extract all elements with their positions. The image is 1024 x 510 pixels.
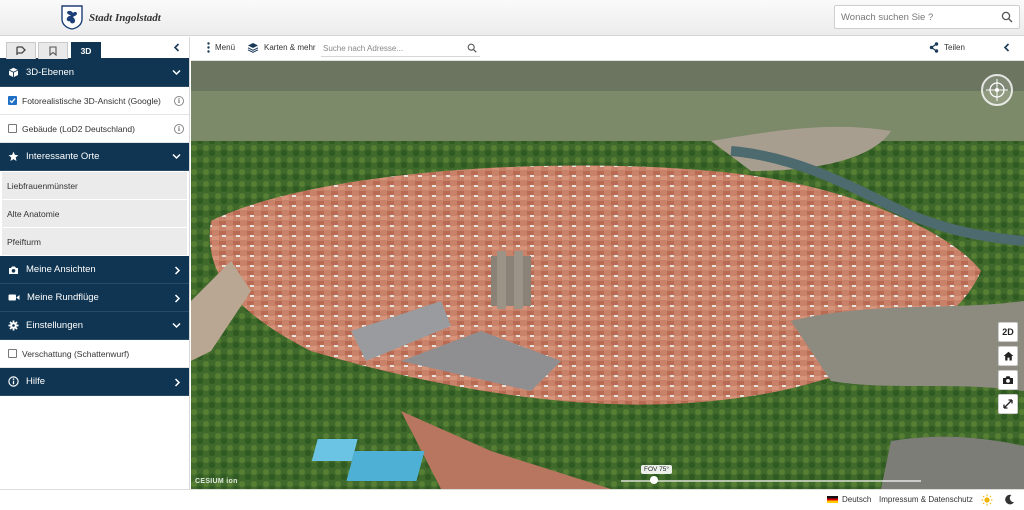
place-item-pfeifturm[interactable]: Pfeifturm [2,228,187,255]
fov-slider-handle[interactable] [650,476,658,484]
chevron-right-icon [174,294,181,303]
share-icon [929,42,939,53]
info-circle-icon [8,376,19,387]
layers-icon [247,43,259,53]
maps-and-more-label: Karten & mehr [264,43,316,52]
language-selector[interactable]: Deutsch [827,495,871,504]
address-search[interactable] [321,40,480,57]
star-icon [8,151,19,161]
layer-lod2-label: Gebäude (LoD2 Deutschland) [22,123,135,134]
section-help[interactable]: Hilfe [0,368,189,396]
route-icon [15,46,26,55]
chevron-right-icon [174,378,181,387]
section-my-flights-label: Meine Rundflüge [27,292,99,303]
global-search-input[interactable] [835,6,995,28]
section-my-views[interactable]: Meine Ansichten [0,256,189,284]
layer-lod2-checkbox[interactable] [8,124,17,133]
search-icon[interactable] [1001,11,1013,23]
home-icon [1003,351,1013,361]
layer-google-3d-checkbox[interactable] [8,96,17,105]
layer-google-3d-label: Fotorealistische 3D-Ansicht (Google) [22,95,161,106]
cesium-credit-logo[interactable]: CESIUM ion [195,478,238,485]
layer-lod2-buildings[interactable]: Gebäude (LoD2 Deutschland) i [0,115,189,143]
maps-and-more-button[interactable]: Karten & mehr [247,42,316,53]
aerial-city-scene [191,61,1024,489]
german-flag-icon [827,496,838,503]
section-my-views-label: Meine Ansichten [26,264,96,275]
checkmark-icon [9,98,16,104]
section-3d-layers[interactable]: 3D-Ebenen [0,59,189,87]
language-label: Deutsch [842,495,872,504]
kebab-menu-icon [207,42,210,53]
section-my-flights[interactable]: Meine Rundflüge [0,284,189,312]
brand-name: Stadt Ingolstadt [89,11,161,24]
city-crest-logo [61,5,83,30]
gear-icon [8,320,19,331]
toggle-2d-button[interactable]: 2D [998,322,1018,342]
map-toolbar: Menü Karten & mehr Teilen [191,37,1024,61]
sun-icon [981,494,993,506]
setting-shadows[interactable]: Verschattung (Schattenwurf) [0,340,189,368]
tab-3d[interactable]: 3D [71,42,101,59]
share-label: Teilen [944,43,965,52]
home-view-button[interactable] [998,346,1018,366]
section-help-label: Hilfe [26,376,46,387]
layer-google-3d[interactable]: Fotorealistische 3D-Ansicht (Google) i [0,87,189,115]
place-item-alte-anatomie[interactable]: Alte Anatomie [2,200,187,227]
moon-icon [1005,494,1014,505]
collapse-toolbar-button[interactable] [1003,43,1010,52]
compass-control[interactable] [980,73,1014,107]
tab-3d-label: 3D [80,46,92,56]
fullscreen-button[interactable] [998,394,1018,414]
info-icon[interactable]: i [174,96,184,106]
fov-slider-track[interactable] [621,480,921,482]
app-footer: Deutsch Impressum & Datenschutz [0,489,1024,510]
place-item-liebfrauenmuenster[interactable]: Liebfrauenmünster [2,172,187,199]
section-settings-label: Einstellungen [26,320,84,331]
chevron-left-icon [1003,43,1010,52]
camera-icon [9,266,18,274]
video-icon [8,294,20,301]
tab-bookmarks[interactable] [38,42,68,59]
section-places[interactable]: Interessante Orte [0,143,189,171]
share-button[interactable]: Teilen [929,42,965,53]
setting-shadows-label: Verschattung (Schattenwurf) [22,348,130,359]
panel-tabs: 3D [0,37,189,59]
section-3d-layers-label: 3D-Ebenen [26,67,75,78]
camera-icon [1003,376,1013,384]
menu-label: Menü [215,43,236,52]
imprint-link[interactable]: Impressum & Datenschutz [879,495,973,504]
cube-icon [8,67,19,78]
fov-label: FOV 75° [641,465,672,474]
setting-shadows-checkbox[interactable] [8,349,17,358]
section-settings[interactable]: Einstellungen [0,312,189,340]
menu-button[interactable]: Menü [207,42,235,53]
chevron-down-icon [172,322,181,329]
map-3d-view[interactable]: 2D FOV 75° CESIUM ion [191,61,1024,489]
brand[interactable]: Stadt Ingolstadt [61,5,161,30]
tab-routes[interactable] [6,42,36,59]
chevron-down-icon [172,153,181,160]
chevron-down-icon [172,69,181,76]
chevron-left-icon [173,42,179,52]
screenshot-button[interactable] [998,370,1018,390]
search-icon[interactable] [467,43,477,53]
section-places-label: Interessante Orte [26,151,100,162]
app-header: Stadt Ingolstadt [0,0,1024,36]
side-panel: 3D 3D-Ebenen Fotorealistische 3D-Ansicht… [0,37,190,489]
address-search-input[interactable] [321,40,461,56]
bookmark-icon [49,46,57,56]
dark-theme-button[interactable] [1004,494,1015,505]
light-theme-button[interactable] [981,494,993,506]
global-search[interactable] [834,5,1020,29]
collapse-panel-button[interactable] [170,41,182,53]
info-icon[interactable]: i [174,124,184,134]
chevron-right-icon [174,266,181,275]
expand-icon [1003,399,1013,409]
